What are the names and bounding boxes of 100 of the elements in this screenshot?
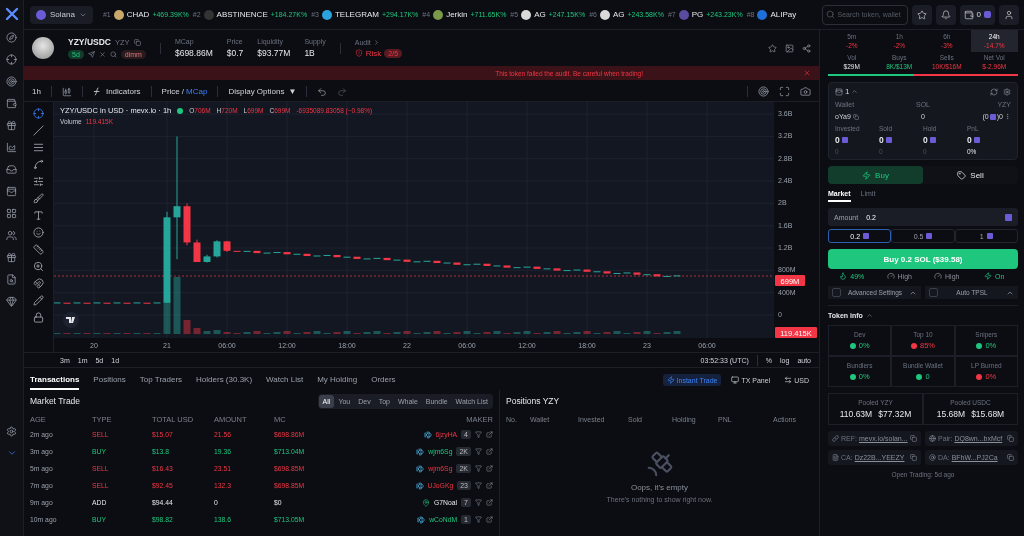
shield-icon: [354, 49, 363, 57]
favorites-button[interactable]: [911, 4, 932, 25]
magnet-icon[interactable]: [33, 278, 44, 289]
external-link-icon[interactable]: [486, 431, 493, 438]
close-icon[interactable]: [803, 69, 811, 77]
pencil-icon[interactable]: [33, 295, 44, 306]
external-link-icon[interactable]: [486, 499, 493, 506]
chain-selector[interactable]: Solana: [30, 5, 93, 24]
ruler-icon[interactable]: [33, 244, 44, 255]
panel-tab[interactable]: Top Traders: [139, 370, 183, 390]
share-icon[interactable]: [802, 43, 811, 53]
candle: [303, 253, 311, 257]
search-icon[interactable]: [109, 51, 117, 58]
filter-icon[interactable]: [475, 448, 482, 455]
wallet-count[interactable]: 1: [845, 87, 850, 96]
grid-icon[interactable]: [6, 208, 17, 219]
logo-icon[interactable]: [4, 7, 19, 21]
indicators-button[interactable]: Indicators: [92, 87, 141, 96]
copy-icon[interactable]: [1007, 435, 1014, 442]
users-icon[interactable]: [6, 230, 17, 241]
token-avatar: [113, 9, 124, 20]
star-icon[interactable]: [768, 43, 777, 53]
chart-icon[interactable]: [6, 142, 17, 153]
panel-tab[interactable]: Transactions: [30, 370, 80, 390]
metric-value: 0: [879, 135, 884, 145]
search-icon: [825, 9, 835, 19]
brush-icon[interactable]: [33, 193, 44, 204]
camera-icon[interactable]: [800, 86, 811, 97]
text-tool-icon[interactable]: [33, 210, 44, 221]
token-avatar: [757, 9, 768, 20]
filter-icon[interactable]: [475, 431, 482, 438]
display-options-button[interactable]: Display Options ▼: [228, 87, 297, 96]
crosshair-icon[interactable]: [6, 54, 17, 65]
x-icon[interactable]: [98, 51, 106, 58]
lock-icon[interactable]: [33, 312, 44, 323]
filter-icon[interactable]: [475, 516, 482, 523]
external-link-icon[interactable]: [486, 516, 493, 523]
volume-bar: [643, 331, 651, 334]
expand-icon[interactable]: [6, 448, 17, 458]
inbox-icon[interactable]: [6, 164, 17, 175]
copy-icon[interactable]: [910, 435, 917, 442]
price-mode-toggle[interactable]: MCap: [186, 87, 208, 96]
panel-tab[interactable]: My Holding: [317, 370, 358, 390]
cards-icon[interactable]: [6, 186, 17, 197]
coin-icon: [986, 233, 993, 239]
image-icon[interactable]: [785, 43, 794, 53]
checkbox[interactable]: [929, 288, 938, 297]
chevron-up-icon[interactable]: [865, 312, 873, 319]
copy-icon[interactable]: [133, 38, 141, 46]
compass-icon[interactable]: [6, 32, 17, 43]
price-mode-toggle[interactable]: Price: [161, 87, 180, 96]
filter-icon[interactable]: [475, 482, 482, 489]
line-tool-icon[interactable]: [33, 125, 44, 136]
gem-icon[interactable]: [6, 296, 17, 307]
volume-bar: [253, 331, 261, 334]
interval-button[interactable]: 1h: [32, 87, 41, 96]
chevron-up-icon[interactable]: [851, 88, 859, 95]
filter-icon[interactable]: [475, 465, 482, 472]
side-tab[interactable]: Buy: [828, 166, 923, 184]
wallet-icon[interactable]: [6, 98, 17, 109]
target-icon[interactable]: [6, 76, 17, 87]
setting-icon: [839, 272, 848, 280]
lines-icon[interactable]: [33, 142, 44, 153]
side-tab[interactable]: Sell: [923, 166, 1018, 184]
fullscreen-icon[interactable]: [779, 86, 790, 97]
notifications-button[interactable]: [935, 4, 956, 25]
panel-tab[interactable]: Watch List: [266, 370, 304, 390]
copy-icon[interactable]: [852, 113, 859, 120]
curve-icon[interactable]: [33, 159, 44, 170]
zoom-in-icon[interactable]: [33, 261, 44, 272]
copy-icon[interactable]: [910, 454, 917, 461]
external-link-icon[interactable]: [486, 448, 493, 455]
filter-icon[interactable]: [475, 499, 482, 506]
stat-value: $93.77M: [257, 48, 291, 58]
candles-icon[interactable]: [61, 86, 72, 97]
panel-tab[interactable]: Holders (30.3K): [196, 370, 253, 390]
gift-icon[interactable]: [6, 252, 17, 263]
panel-tab[interactable]: Positions: [93, 370, 126, 390]
sliders-icon[interactable]: [33, 176, 44, 187]
panel-tab[interactable]: Orders: [371, 370, 396, 390]
crosshair-icon[interactable]: [33, 108, 44, 119]
volume-bar: [193, 328, 201, 334]
smile-icon[interactable]: [33, 227, 44, 238]
refresh-icon[interactable]: [990, 87, 998, 96]
copy-icon[interactable]: [1007, 454, 1014, 461]
checkbox[interactable]: [832, 288, 841, 297]
chevron-right-icon[interactable]: [372, 38, 380, 46]
token-avatar: [203, 9, 214, 20]
wallet-button[interactable]: 0: [959, 4, 995, 25]
profile-button[interactable]: [999, 4, 1019, 25]
external-link-icon[interactable]: [486, 465, 493, 472]
volume-bar: [283, 331, 291, 334]
volume-bar: [493, 331, 501, 334]
gift-icon[interactable]: [6, 120, 17, 131]
empty-title: Oops, it's empty: [630, 483, 689, 492]
telegram-icon[interactable]: [87, 51, 95, 58]
wallet-icon[interactable]: [835, 87, 843, 96]
external-link-icon[interactable]: [486, 482, 493, 489]
undo-icon[interactable]: [317, 86, 328, 97]
file-search-icon[interactable]: [6, 274, 17, 285]
